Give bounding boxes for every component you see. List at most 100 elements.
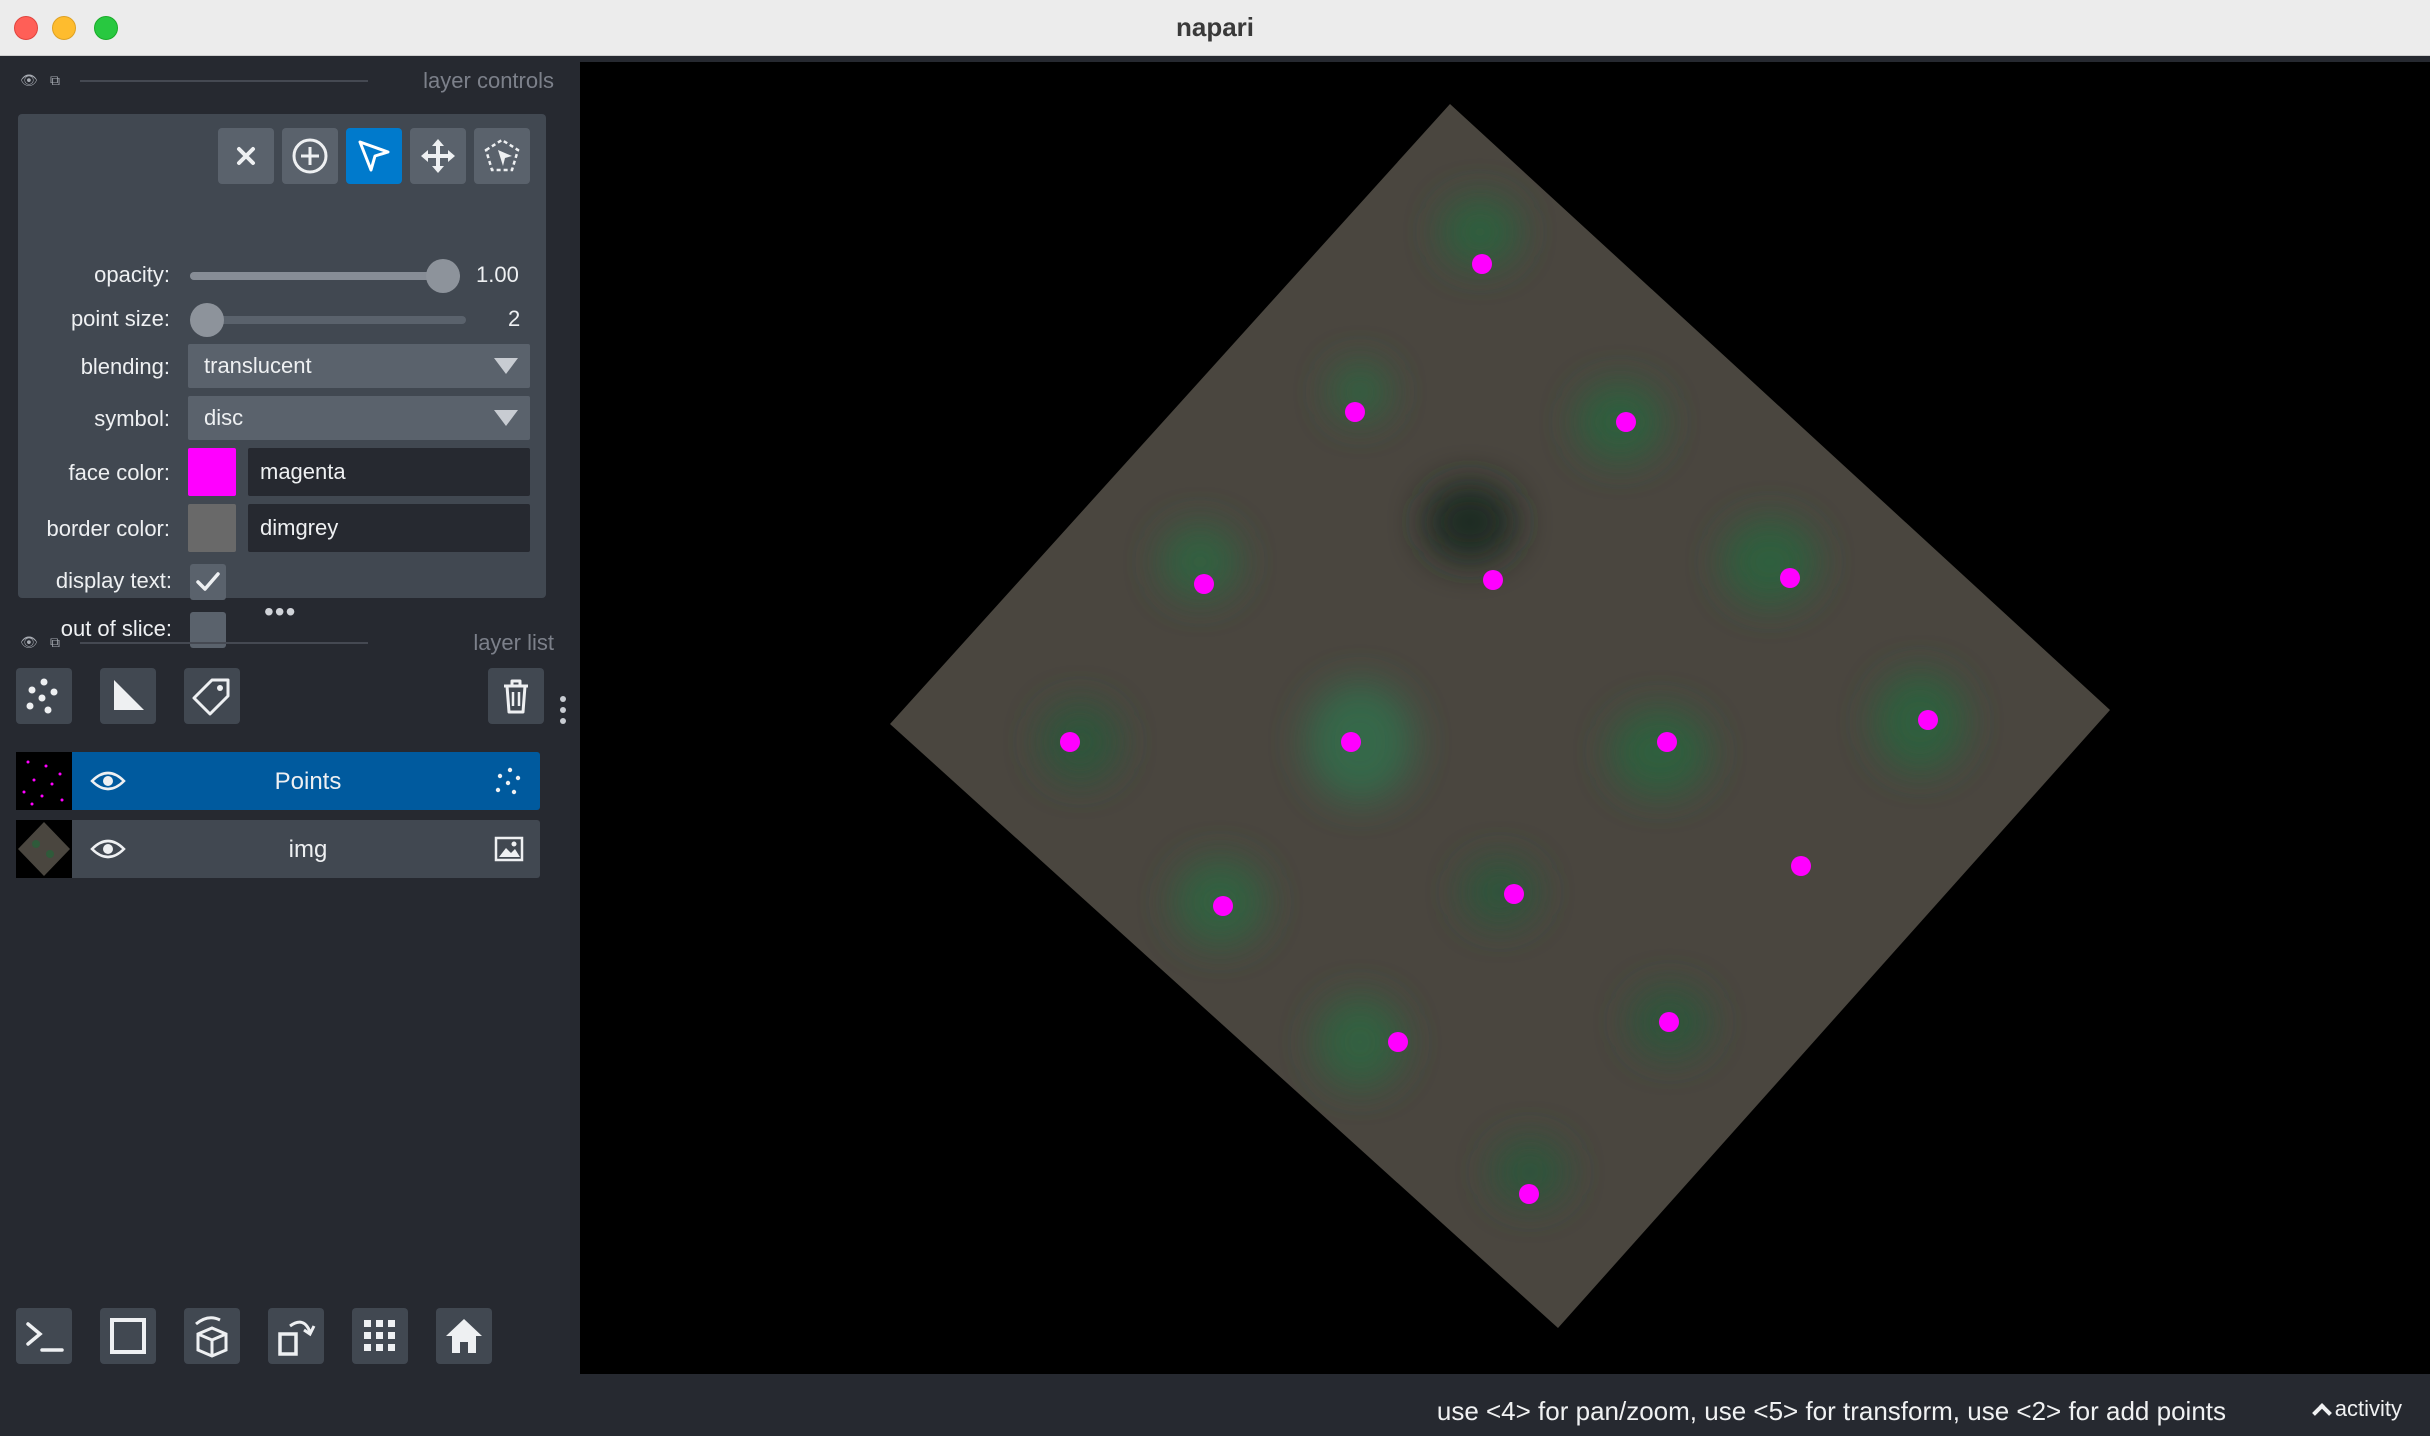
opacity-label: opacity: [94, 262, 170, 287]
layer-item-points[interactable]: Points [16, 752, 540, 810]
opacity-slider[interactable] [190, 259, 460, 293]
opacity-value: 1.00 [476, 262, 519, 287]
point-marker [1213, 896, 1233, 916]
point-marker [1194, 574, 1214, 594]
select-points-button[interactable] [346, 128, 402, 184]
header-divider [80, 642, 368, 644]
tag-icon [192, 678, 230, 716]
display-text-label: display text: [55, 568, 172, 593]
border-color-value: dimgrey [260, 515, 339, 540]
point-marker [1504, 884, 1524, 904]
new-labels-layer-button[interactable] [184, 668, 240, 724]
layer-item-img[interactable]: img [16, 820, 540, 878]
blending-dropdown[interactable]: translucent [188, 344, 530, 388]
square-icon [110, 1318, 146, 1354]
point-marker [1616, 412, 1636, 432]
border-color-label: border color: [46, 516, 170, 541]
point-marker [1472, 254, 1492, 274]
chevron-down-icon [494, 358, 518, 374]
point-marker [1388, 1032, 1408, 1052]
add-circle-icon [292, 138, 328, 174]
more-options-icon[interactable] [560, 696, 566, 732]
pointer-icon [358, 140, 390, 172]
eye-icon[interactable] [90, 768, 126, 794]
opacity-slider-handle[interactable] [426, 259, 460, 293]
viewer-canvas[interactable] [580, 62, 2430, 1374]
image-icon [494, 836, 524, 862]
face-color-label: face color: [68, 460, 171, 485]
grid-view-button[interactable] [352, 1308, 408, 1364]
float-icon[interactable]: 👁︎ [20, 634, 38, 651]
point-marker [1519, 1184, 1539, 1204]
cube-rotate-icon [195, 1316, 228, 1358]
trash-icon [504, 679, 528, 714]
status-message: use <4> for pan/zoom, use <5> for transf… [1436, 1396, 2226, 1426]
point-size-slider[interactable] [190, 303, 466, 337]
delete-selected-button[interactable] [218, 128, 274, 184]
activity-button[interactable]: activity [2311, 1396, 2402, 1423]
add-points-button[interactable] [282, 128, 338, 184]
close-icon [237, 147, 255, 165]
undock-icon[interactable]: ⧉ [50, 72, 60, 89]
home-button[interactable] [436, 1308, 492, 1364]
chevron-up-icon [2311, 1403, 2332, 1423]
layer-name[interactable]: img [146, 836, 470, 864]
activity-label: activity [2334, 1396, 2402, 1421]
header-divider [80, 80, 368, 82]
opacity-slider-fill [190, 272, 460, 280]
transpose-icon [278, 1320, 316, 1356]
layer-controls-label: layer controls [423, 68, 554, 93]
symbol-dropdown[interactable]: disc [188, 396, 530, 440]
layer-list-header: 👁︎ ⧉ layer list [18, 630, 554, 655]
ndisplay-button[interactable] [100, 1308, 156, 1364]
point-marker [1918, 710, 1938, 730]
home-icon [446, 1319, 482, 1353]
symbol-label: symbol: [94, 406, 170, 431]
layer-name[interactable]: Points [146, 768, 470, 796]
undock-icon[interactable]: ⧉ [50, 634, 60, 651]
point-marker [1341, 732, 1361, 752]
roll-dimensions-button[interactable] [184, 1308, 240, 1364]
point-marker [1345, 402, 1365, 422]
face-color-swatch[interactable] [188, 448, 236, 496]
layer-controls-header: 👁︎ ⧉ layer controls [18, 68, 554, 93]
layer-thumbnail [16, 752, 72, 810]
transform-button[interactable] [474, 128, 530, 184]
console-button[interactable] [16, 1308, 72, 1364]
left-dock: 👁︎ ⧉ layer controls opacity: 1.00 point … [0, 56, 578, 1436]
border-color-field[interactable]: dimgrey [248, 504, 530, 552]
layer-thumbnail [16, 820, 72, 878]
title-bar: napari [0, 0, 2430, 56]
transform-icon [484, 138, 520, 172]
blending-label: blending: [80, 354, 170, 379]
checkmark-icon [196, 572, 220, 591]
pan-zoom-button[interactable] [410, 128, 466, 184]
point-size-value: 2 [508, 306, 521, 331]
move-icon [421, 139, 455, 173]
point-marker [1483, 570, 1503, 590]
transpose-button[interactable] [268, 1308, 324, 1364]
point-size-slider-handle[interactable] [190, 303, 224, 337]
point-marker [1659, 1012, 1679, 1032]
point-marker [1791, 856, 1811, 876]
point-marker [1060, 732, 1080, 752]
delete-layer-button[interactable] [488, 668, 544, 724]
canvas-image [890, 104, 2110, 1328]
border-color-swatch[interactable] [188, 504, 236, 552]
shapes-icon [114, 680, 144, 710]
point-marker [1657, 732, 1677, 752]
points-icon [26, 678, 58, 714]
new-shapes-layer-button[interactable] [100, 668, 156, 724]
face-color-field[interactable]: magenta [248, 448, 530, 496]
layer-controls-panel: opacity: 1.00 point size: 2 blending: tr… [18, 114, 546, 598]
float-icon[interactable]: 👁︎ [20, 72, 38, 89]
status-bar: use <4> for pan/zoom, use <5> for transf… [580, 1374, 2430, 1436]
blending-value: translucent [204, 353, 312, 378]
symbol-value: disc [204, 405, 244, 430]
display-text-checkbox[interactable] [190, 564, 226, 600]
splitter-handle[interactable]: ••• [264, 596, 296, 628]
new-points-layer-button[interactable] [16, 668, 72, 724]
face-color-value: magenta [260, 459, 346, 484]
eye-icon[interactable] [90, 836, 126, 862]
layer-list-label: layer list [473, 630, 554, 655]
